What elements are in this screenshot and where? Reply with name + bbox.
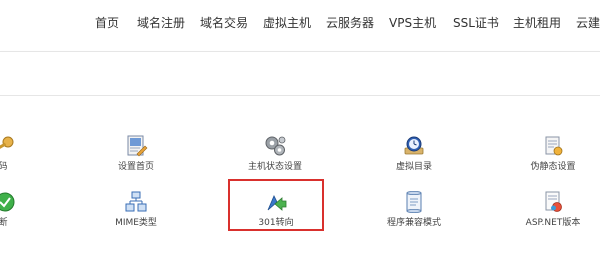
- nav-domain-register[interactable]: 域名注册: [137, 16, 185, 30]
- directory-clock-icon: [404, 136, 424, 155]
- compat-scroll-icon: [406, 190, 422, 213]
- tool-code-label: 码: [0, 162, 8, 172]
- gears-icon: [265, 136, 286, 156]
- nav-virtual-host[interactable]: 虚拟主机: [263, 16, 311, 30]
- aspnet-icon: [545, 191, 562, 212]
- tool-compat-mode-label: 程序兼容模式: [386, 218, 441, 228]
- tool-host-status-label: 主机状态设置: [247, 162, 302, 172]
- green-circle-icon: [0, 192, 15, 212]
- tool-static-settings-label: 伪静态设置: [530, 162, 576, 172]
- tool-aspnet-version-label: ASP.NET版本: [525, 218, 581, 228]
- nav-cloud-server[interactable]: 云服务器: [326, 16, 374, 30]
- nav-host-rental[interactable]: 主机租用: [513, 16, 561, 30]
- tools-panel: [0, 96, 600, 267]
- tool-mime-type-label: MIME类型: [115, 218, 157, 228]
- top-navigation: 首页 域名注册 域名交易 虚拟主机 云服务器 VPS主机 SSL证书 主机租用 …: [0, 0, 600, 48]
- nav-vps-host[interactable]: VPS主机: [389, 16, 436, 30]
- tool-set-homepage-label: 设置首页: [117, 162, 154, 172]
- nav-domain-trade[interactable]: 域名交易: [200, 16, 248, 30]
- tool-virtual-directory-label: 虚拟目录: [395, 162, 432, 172]
- sub-header-band: [0, 51, 600, 96]
- nav-home[interactable]: 首页: [95, 16, 119, 30]
- mime-boxes-icon: [125, 191, 147, 212]
- static-settings-icon: [545, 136, 563, 156]
- nav-cloud-build[interactable]: 云建: [576, 16, 600, 30]
- tool-301-redirect-label: 301转向: [258, 218, 294, 228]
- nav-ssl-cert[interactable]: SSL证书: [453, 16, 499, 30]
- document-edit-icon: [127, 135, 148, 157]
- key-icon: [0, 136, 14, 151]
- tool-diagnose-label: 断: [0, 218, 8, 228]
- redirect-arrow-icon: [267, 195, 287, 211]
